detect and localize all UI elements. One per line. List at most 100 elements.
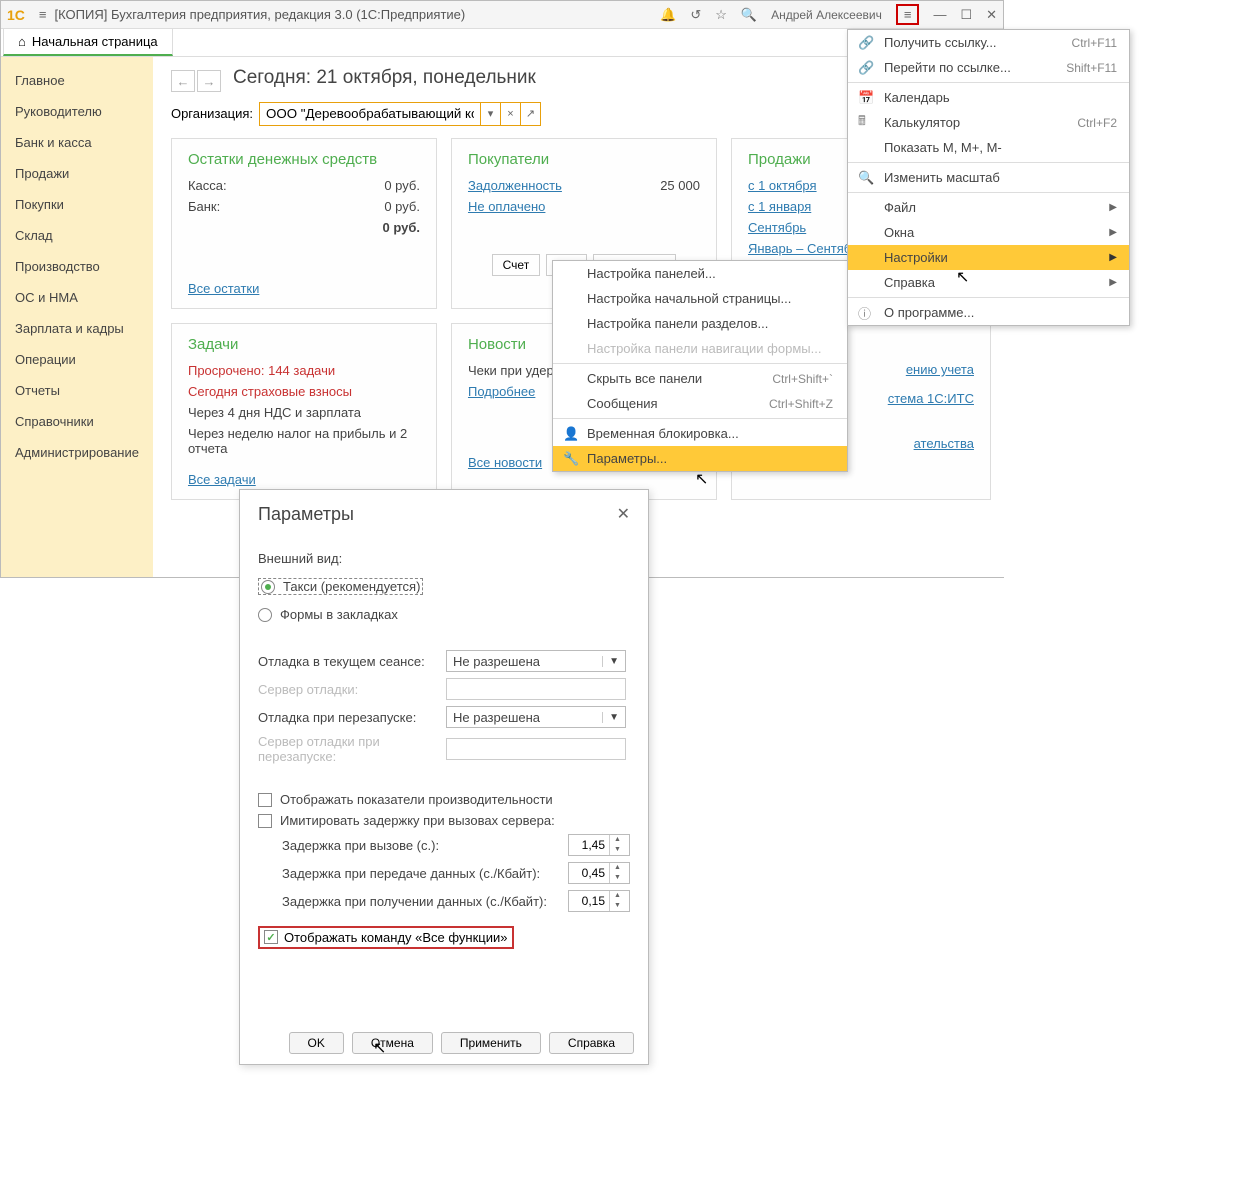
card-tasks: Задачи Просрочено: 144 задачи Сегодня ст… — [171, 323, 437, 500]
menu-get-link[interactable]: 🔗Получить ссылку...Ctrl+F11 — [848, 30, 1129, 55]
apply-button[interactable]: Применить — [441, 1032, 541, 1054]
submenu-home[interactable]: Настройка начальной страницы... — [553, 286, 847, 311]
delay-call-label: Задержка при вызове (с.): — [282, 838, 568, 853]
checkbox-checked-icon: ✓ — [264, 930, 278, 944]
sidebar-item-sales[interactable]: Продажи — [1, 158, 153, 189]
ok-button[interactable]: OK — [289, 1032, 344, 1054]
sidebar-item-bank[interactable]: Банк и касса — [1, 127, 153, 158]
help-button[interactable]: Справка — [549, 1032, 634, 1054]
cash-kassa-value: 0 руб. — [384, 178, 420, 193]
submenu-nav: Настройка панели навигации формы... — [553, 336, 847, 361]
tasks-today: Сегодня страховые взносы — [188, 384, 420, 399]
checkbox-empty-icon — [258, 793, 272, 807]
tab-home-label: Начальная страница — [32, 34, 158, 49]
debug-server-input[interactable] — [446, 678, 626, 700]
radio-empty-icon — [258, 608, 272, 622]
debug-session-select[interactable]: Не разрешена▼ — [446, 650, 626, 672]
card-buyers-title: Покупатели — [468, 151, 700, 168]
menu-help[interactable]: Справка▶ — [848, 270, 1129, 295]
search-icon[interactable]: 🔍 — [741, 7, 757, 23]
bell-icon[interactable]: 🔔 — [660, 7, 676, 23]
page-title: Сегодня: 21 октября, понедельник — [233, 67, 536, 89]
submenu-panels[interactable]: Настройка панелей... — [553, 261, 847, 286]
radio-tabs[interactable]: Формы в закладках — [258, 607, 630, 622]
sidebar-item-purchases[interactable]: Покупки — [1, 189, 153, 220]
imitate-checkbox-row[interactable]: Имитировать задержку при вызовах сервера… — [258, 813, 630, 828]
sales-sep-link[interactable]: Сентябрь — [748, 220, 806, 235]
tasks-overdue: Просрочено: 144 задачи — [188, 363, 420, 378]
sidebar-item-manager[interactable]: Руководителю — [1, 96, 153, 127]
nav-forward[interactable]: → — [197, 70, 221, 92]
sales-jan-link[interactable]: с 1 января — [748, 199, 811, 214]
main-menu: 🔗Получить ссылку...Ctrl+F11 🔗Перейти по … — [847, 29, 1130, 326]
logo-1c-icon: 1C — [7, 7, 25, 23]
menu-goto-link[interactable]: 🔗Перейти по ссылке...Shift+F11 — [848, 55, 1129, 80]
minimize-icon[interactable]: — — [933, 7, 946, 22]
menu-about[interactable]: ⓘО программе... — [848, 300, 1129, 325]
debug-server-label: Сервер отладки: — [258, 682, 446, 697]
lock-icon: 👤 — [563, 426, 579, 442]
app-title: [КОПИЯ] Бухгалтерия предприятия, редакци… — [55, 7, 661, 22]
sidebar-item-operations[interactable]: Операции — [1, 344, 153, 375]
nav-back[interactable]: ← — [171, 70, 195, 92]
menu-file[interactable]: Файл▶ — [848, 195, 1129, 220]
star-icon[interactable]: ☆ — [715, 7, 727, 23]
cancel-button[interactable]: Отмена — [352, 1032, 433, 1054]
cash-bank-label: Банк: — [188, 199, 220, 214]
sidebar-item-production[interactable]: Производство — [1, 251, 153, 282]
card-tasks-title: Задачи — [188, 336, 420, 353]
submenu-lock[interactable]: 👤Временная блокировка... — [553, 421, 847, 446]
hamburger-icon[interactable]: ≡ — [39, 7, 47, 22]
delay-recv-spin[interactable]: ▲▼ — [568, 890, 630, 912]
debug-restart-select[interactable]: Не разрешена▼ — [446, 706, 626, 728]
zoom-icon: 🔍 — [858, 170, 874, 186]
sidebar-item-reports[interactable]: Отчеты — [1, 375, 153, 406]
all-balances-link[interactable]: Все остатки — [188, 281, 420, 296]
history-icon[interactable]: ↺ — [690, 7, 701, 23]
menu-zoom[interactable]: 🔍Изменить масштаб — [848, 165, 1129, 190]
debug-server-restart-input[interactable] — [446, 738, 626, 760]
dialog-close-icon[interactable]: ✕ — [617, 504, 630, 525]
submenu-hide-panels[interactable]: Скрыть все панелиCtrl+Shift+` — [553, 366, 847, 391]
sidebar-item-warehouse[interactable]: Склад — [1, 220, 153, 251]
tab-home[interactable]: ⌂ Начальная страница — [3, 28, 173, 56]
org-clear-icon[interactable]: × — [500, 103, 520, 125]
debt-link[interactable]: Задолженность — [468, 178, 562, 193]
sidebar-item-admin[interactable]: Администрирование — [1, 437, 153, 468]
maximize-icon[interactable]: ☐ — [960, 7, 972, 23]
submenu-messages[interactable]: СообщенияCtrl+Shift+Z — [553, 391, 847, 416]
all-tasks-link[interactable]: Все задачи — [188, 472, 420, 487]
sidebar-item-salary[interactable]: Зарплата и кадры — [1, 313, 153, 344]
sidebar: Главное Руководителю Банк и касса Продаж… — [1, 57, 153, 577]
submenu-parameters[interactable]: 🔧Параметры... — [553, 446, 847, 471]
perf-checkbox-row[interactable]: Отображать показатели производительности — [258, 792, 630, 807]
org-select[interactable]: ▾ × ↗ — [259, 102, 541, 126]
org-open-icon[interactable]: ↗ — [520, 103, 540, 125]
menu-calendar[interactable]: 📅Календарь — [848, 85, 1129, 110]
org-input[interactable] — [260, 103, 480, 125]
unpaid-link[interactable]: Не оплачено — [468, 199, 545, 214]
submenu-sections[interactable]: Настройка панели разделов... — [553, 311, 847, 336]
delay-call-spin[interactable]: ▲▼ — [568, 834, 630, 856]
sidebar-item-main[interactable]: Главное — [1, 65, 153, 96]
delay-send-spin[interactable]: ▲▼ — [568, 862, 630, 884]
menu-show-m[interactable]: Показать M, M+, M- — [848, 135, 1129, 160]
close-icon[interactable]: ✕ — [986, 7, 997, 23]
all-functions-row[interactable]: ✓ Отображать команду «Все функции» — [258, 926, 514, 949]
menu-windows[interactable]: Окна▶ — [848, 220, 1129, 245]
sales-oct-link[interactable]: с 1 октября — [748, 178, 817, 193]
radio-taxi[interactable]: Такси (рекомендуется) — [258, 578, 423, 595]
org-dropdown-icon[interactable]: ▾ — [480, 103, 500, 125]
invoice-button[interactable]: Счет — [492, 254, 541, 276]
sidebar-item-catalogs[interactable]: Справочники — [1, 406, 153, 437]
sidebar-item-assets[interactable]: ОС и НМА — [1, 282, 153, 313]
menu-settings[interactable]: Настройки▶ — [848, 245, 1129, 270]
menu-calculator[interactable]: 🖩КалькуляторCtrl+F2 — [848, 110, 1129, 135]
link-icon: 🔗 — [858, 35, 874, 51]
home-icon: ⌂ — [18, 34, 26, 49]
main-menu-button[interactable]: ≡ — [896, 4, 920, 25]
calculator-icon: 🖩 — [858, 112, 866, 134]
link-goto-icon: 🔗 — [858, 60, 874, 76]
info-icon: ⓘ — [858, 303, 871, 322]
cash-bank-value: 0 руб. — [384, 199, 420, 214]
